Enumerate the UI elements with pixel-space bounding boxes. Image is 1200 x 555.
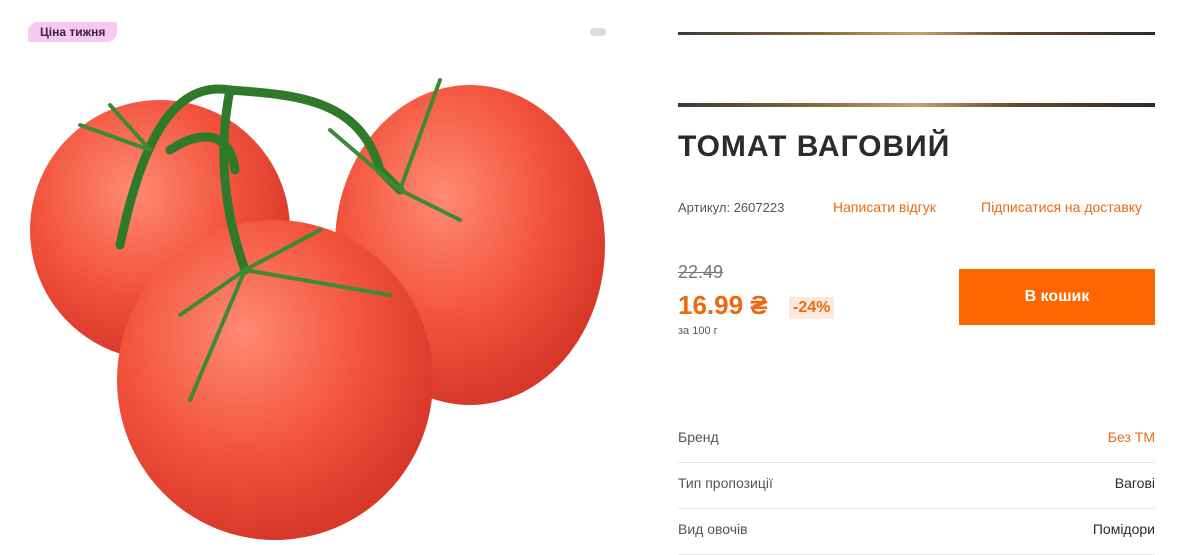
product-image-tomatoes bbox=[30, 78, 605, 540]
attribute-row-offer-type: Тип пропозиції Вагові bbox=[678, 462, 1155, 509]
attribute-label: Вид овочів bbox=[678, 521, 748, 537]
attribute-value: Вагові bbox=[1114, 475, 1155, 491]
price-unit: за 100 г bbox=[678, 325, 718, 337]
brand-link[interactable]: Без ТМ bbox=[1108, 429, 1155, 445]
old-price: 22.49 bbox=[678, 262, 724, 282]
decorative-stripe bbox=[678, 32, 1155, 35]
gallery-indicator[interactable] bbox=[590, 28, 606, 36]
price-of-week-badge: Ціна тижня bbox=[28, 22, 118, 42]
attribute-label: Бренд bbox=[678, 429, 719, 445]
discount-badge: -24% bbox=[789, 297, 835, 319]
attribute-value: Помідори bbox=[1092, 521, 1155, 537]
attribute-label: Тип пропозиції bbox=[678, 475, 773, 491]
current-price: 16.99 ₴ bbox=[678, 290, 768, 320]
product-sku: Артикул: 2607223 bbox=[678, 200, 785, 215]
decorative-stripe bbox=[678, 103, 1155, 107]
product-title: ТОМАТ ВАГОВИЙ bbox=[678, 130, 951, 163]
write-review-link[interactable]: Написати відгук bbox=[833, 199, 936, 215]
subscribe-delivery-link[interactable]: Підписатися на доставку bbox=[981, 199, 1142, 215]
add-to-cart-button[interactable]: В кошик bbox=[959, 269, 1155, 325]
attribute-row-vegetable-kind: Вид овочів Помідори bbox=[678, 508, 1155, 555]
attribute-row-brand: Бренд Без ТМ bbox=[678, 416, 1155, 463]
